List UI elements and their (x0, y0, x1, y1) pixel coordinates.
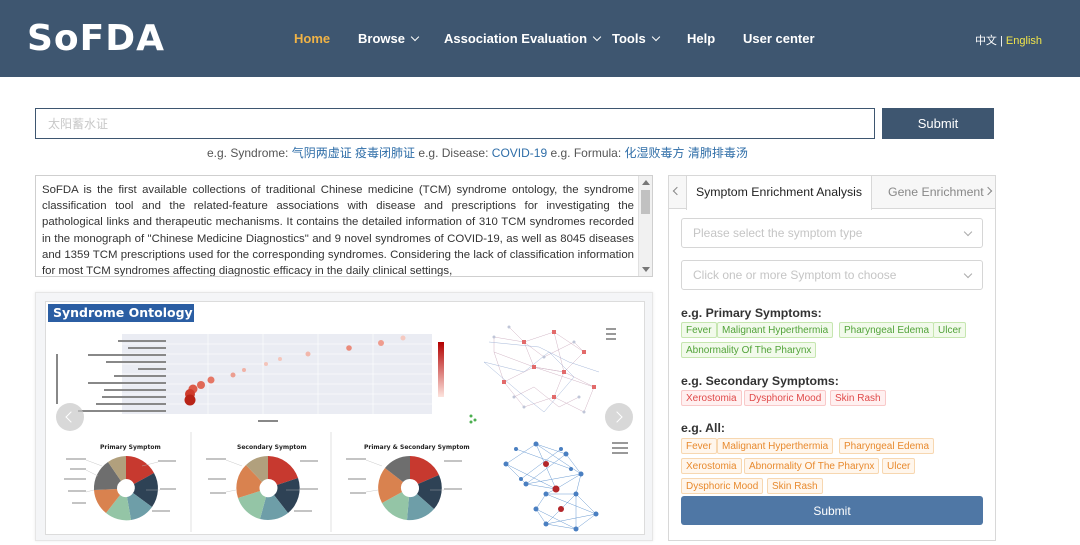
all-tag[interactable]: Abnormality Of The Pharynx (744, 458, 880, 474)
nav-association-evaluation[interactable]: Association Evaluation (444, 31, 602, 46)
lang-en-link[interactable]: English (1006, 35, 1042, 47)
nav-tools-label: Tools (612, 31, 646, 46)
primary-tag[interactable]: Fever (681, 322, 717, 338)
scroll-down-icon[interactable] (642, 267, 650, 272)
chevron-down-icon (410, 32, 420, 42)
example-formula-link[interactable]: 化湿败毒方 清肺排毒汤 (625, 146, 748, 160)
scroll-up-icon[interactable] (642, 180, 650, 185)
intro-box: SoFDA is the first available collections… (35, 175, 653, 277)
network-graph-figure (469, 325, 616, 424)
site-logo[interactable]: SoFDA (27, 18, 165, 59)
search-submit-button[interactable]: Submit (882, 108, 994, 139)
lang-separator: | (996, 35, 1006, 47)
nav-help[interactable]: Help (687, 31, 715, 46)
example-formula-prefix: e.g. Formula: (547, 146, 625, 160)
example-disease-prefix: e.g. Disease: (415, 146, 492, 160)
feature-carousel: Syndrome Ontology Primary Symptom Second… (35, 292, 653, 541)
symptom-type-placeholder: Please select the symptom type (693, 226, 863, 240)
secondary-tag[interactable]: Dysphoric Mood (744, 390, 827, 406)
enrichment-panel: Symptom Enrichment Analysis Gene Enrichm… (668, 175, 996, 541)
primary-tag[interactable]: Pharyngeal Edema (839, 322, 935, 338)
secondary-tag[interactable]: Xerostomia (681, 390, 742, 406)
symptom-type-select[interactable]: Please select the symptom type (681, 218, 983, 248)
chevron-right-icon[interactable] (983, 186, 993, 196)
symptom-select[interactable]: Click one or more Symptom to choose (681, 260, 983, 290)
secondary-symptoms-title: e.g. Secondary Symptoms: (681, 374, 839, 388)
nav-home-label: Home (294, 31, 331, 46)
all-tag[interactable]: Malignant Hyperthermia (717, 438, 834, 454)
example-syndrome-link[interactable]: 气阴两虚证 疫毒闭肺证 (292, 146, 415, 160)
all-tag[interactable]: Skin Rash (767, 478, 823, 494)
nav-user-center[interactable]: User center (743, 31, 815, 46)
secondary-tag[interactable]: Skin Rash (830, 390, 886, 406)
all-tag[interactable]: Xerostomia (681, 458, 742, 474)
carousel-next-button[interactable] (605, 403, 633, 431)
search-input[interactable] (35, 108, 875, 139)
nav-home[interactable]: Home (294, 31, 330, 46)
primary-tag[interactable]: Abnormality Of The Pharynx (681, 342, 817, 358)
chevron-down-icon (963, 269, 973, 279)
donut-secondary (236, 456, 300, 521)
tab-gene-enrichment[interactable]: Gene Enrichment (888, 176, 984, 209)
nav-help-label: Help (687, 31, 716, 46)
nav-tools[interactable]: Tools (612, 31, 660, 46)
lang-zh-link[interactable]: 中文 (975, 35, 997, 47)
nav-browse-label: Browse (358, 31, 405, 46)
symptom-placeholder: Click one or more Symptom to choose (693, 268, 897, 282)
chevron-down-icon (592, 32, 602, 42)
intro-scrollbar[interactable] (638, 176, 652, 276)
all-tag[interactable]: Dysphoric Mood (681, 478, 764, 494)
chevron-down-icon (963, 227, 973, 237)
language-switch: 中文 | English (975, 32, 1042, 48)
primary-tag[interactable]: Ulcer (933, 322, 967, 338)
tab-symptom-enrichment[interactable]: Symptom Enrichment Analysis (686, 176, 872, 210)
all-symptoms-title: e.g. All: (681, 421, 725, 435)
nav-association-label: Association Evaluation (444, 31, 588, 46)
nav-user-center-label: User center (743, 31, 815, 46)
carousel-slide: Syndrome Ontology Primary Symptom Second… (45, 301, 645, 535)
intro-text: SoFDA is the first available collections… (42, 184, 634, 277)
all-tag[interactable]: Fever (681, 438, 717, 454)
cluster-network-figure (503, 441, 628, 532)
example-syndrome-prefix: e.g. Syndrome: (207, 146, 292, 160)
all-tag[interactable]: Pharyngeal Edema (839, 438, 935, 454)
chevron-left-icon[interactable] (672, 186, 682, 196)
donut-primary (93, 456, 158, 521)
chevron-down-icon (651, 32, 660, 42)
carousel-prev-button[interactable] (56, 403, 84, 431)
top-header: SoFDA Home Browse Association Evaluation… (0, 0, 1080, 77)
enrichment-submit-button[interactable]: Submit (681, 496, 983, 525)
panel-tabs: Symptom Enrichment Analysis Gene Enrichm… (669, 176, 995, 210)
slide-title: Syndrome Ontology (48, 304, 194, 322)
primary-symptoms-title: e.g. Primary Symptoms: (681, 306, 822, 320)
primary-tag[interactable]: Malignant Hyperthermia (717, 322, 834, 338)
scroll-thumb[interactable] (641, 190, 650, 214)
nav-browse[interactable]: Browse (358, 31, 420, 46)
donut-combined (378, 456, 442, 521)
example-disease-link[interactable]: COVID-19 (492, 146, 547, 160)
enrichment-dotplot-figure (56, 334, 444, 422)
donut-charts-figure (64, 432, 462, 532)
all-tag[interactable]: Ulcer (882, 458, 916, 474)
search-examples: e.g. Syndrome: 气阴两虚证 疫毒闭肺证 e.g. Disease:… (207, 144, 748, 161)
